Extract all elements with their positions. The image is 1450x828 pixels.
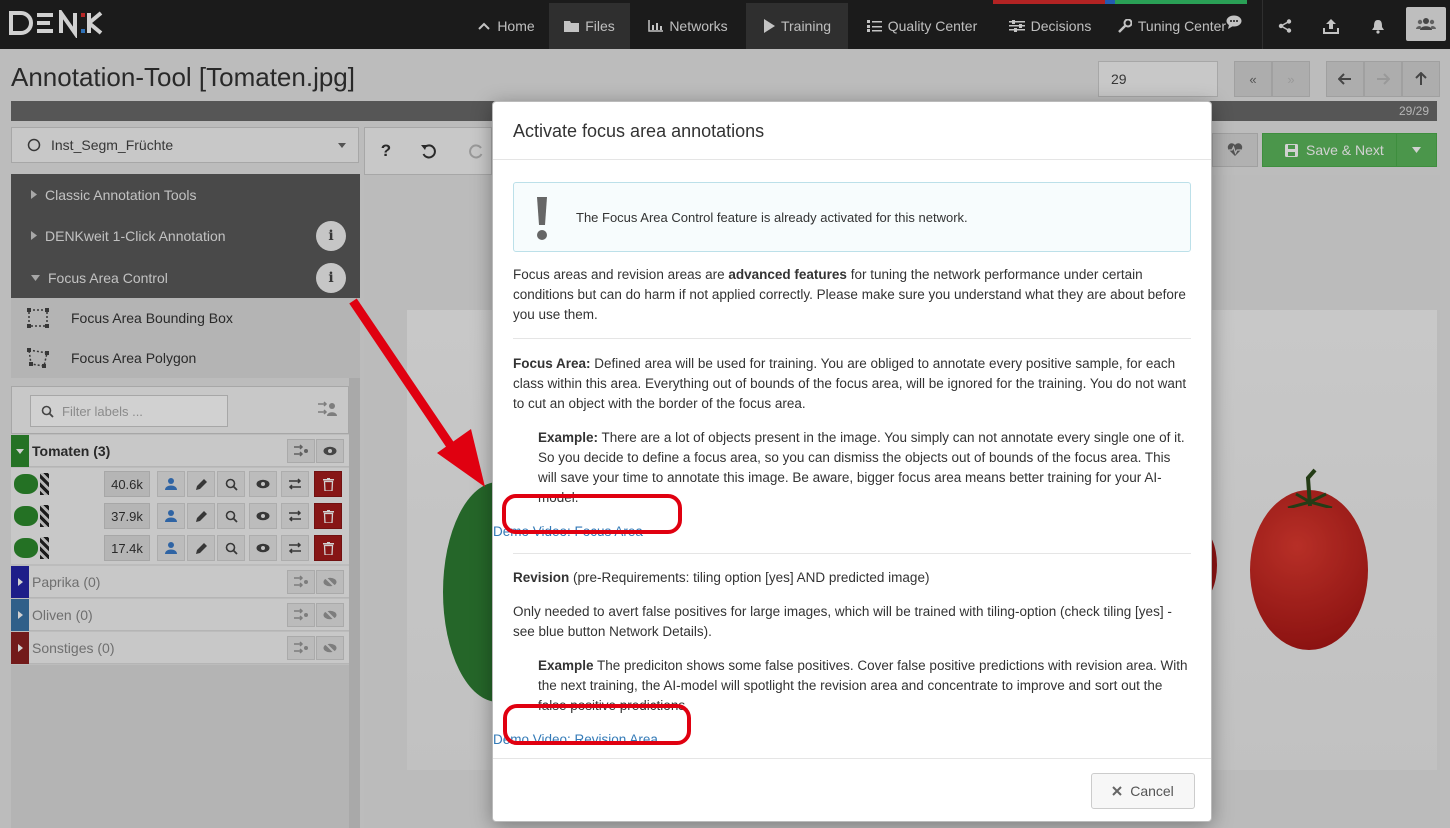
revision-description: Only needed to avert false positives for… bbox=[513, 604, 1172, 639]
focus-area-paragraph: Focus Area: Defined area will be used fo… bbox=[513, 354, 1191, 414]
close-icon bbox=[1112, 786, 1122, 796]
revision-label: Revision bbox=[513, 570, 570, 585]
modal-header: Activate focus area annotations bbox=[493, 102, 1211, 160]
highlight-revision-area-link bbox=[503, 704, 691, 745]
intro-text: Focus areas and revision areas are bbox=[513, 267, 729, 282]
revision-text: (pre-Requirements: tiling option [yes] A… bbox=[569, 570, 930, 585]
focus-area-text: Defined area will be used for training. … bbox=[513, 356, 1187, 411]
highlight-focus-area-link bbox=[502, 494, 682, 534]
focus-example-label: Example: bbox=[538, 430, 599, 445]
exclamation-icon bbox=[537, 197, 547, 240]
red-arrow-annotation bbox=[349, 298, 485, 487]
divider bbox=[513, 553, 1191, 554]
modal-body: The Focus Area Control feature is alread… bbox=[493, 182, 1191, 750]
cancel-button[interactable]: Cancel bbox=[1091, 773, 1195, 809]
intro-bold: advanced features bbox=[728, 267, 847, 282]
modal-footer: Cancel bbox=[493, 758, 1211, 822]
cancel-label: Cancel bbox=[1130, 783, 1174, 799]
revision-example-label: Example bbox=[538, 658, 594, 673]
divider bbox=[513, 338, 1191, 339]
modal-title: Activate focus area annotations bbox=[513, 121, 765, 141]
intro-paragraph: Focus areas and revision areas are advan… bbox=[513, 265, 1191, 325]
revision-paragraph: Revision (pre-Requirements: tiling optio… bbox=[513, 568, 1191, 588]
alert-text: The Focus Area Control feature is alread… bbox=[576, 210, 968, 225]
info-alert: The Focus Area Control feature is alread… bbox=[513, 182, 1191, 252]
focus-area-label: Focus Area: bbox=[513, 356, 591, 371]
